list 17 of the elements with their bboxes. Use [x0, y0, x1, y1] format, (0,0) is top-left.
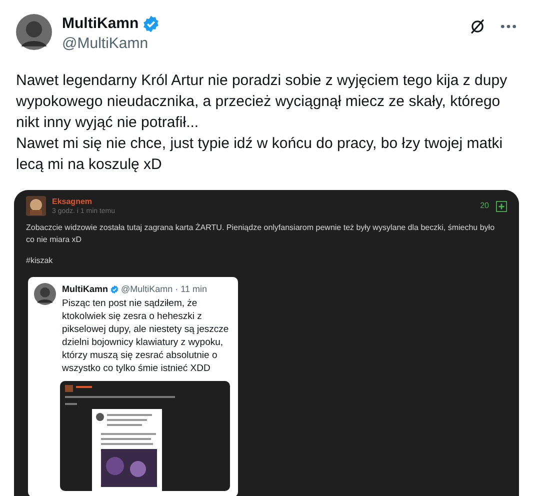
post-tag[interactable]: #kiszak	[26, 255, 507, 267]
user-avatar-icon	[26, 196, 46, 216]
tweet-text: Nawet legendarny Król Artur nie poradzi sobie z wyjęciem tego kija z dupy wypokowego nieudacznika, a przecież wyciągnął miecz ze skały, którego nikt inny wyjąć nie potrafił...	[16, 71, 508, 133]
post-text: Zobaczcie widzowie została tutaj zagrana karta ŻARTU. Pieniądze onlyfansiarom pewnie też były wysylane dla beczki, śmiechu było co nie miara xD	[26, 222, 496, 246]
avatar[interactable]	[34, 283, 56, 305]
tweet-text: Nawet mi się nie chce, just typie idź w końcu do pracy, bo łzy twojej matki lecą mi na koszulę xD	[16, 134, 504, 175]
quoted-tweet-meta: @MultiKamn · 11 min	[121, 283, 207, 296]
embedded-image[interactable]	[14, 190, 519, 496]
quoted-author-name: MultiKamn	[62, 283, 108, 296]
avatar[interactable]	[16, 14, 52, 50]
author-name[interactable]: MultiKamn	[62, 14, 139, 34]
post-username[interactable]: Eksagnem	[52, 196, 116, 206]
author-handle[interactable]: @MultiKamn	[62, 34, 160, 54]
plus-vote-icon[interactable]	[496, 200, 507, 212]
more-options-icon[interactable]	[500, 24, 517, 29]
quoted-tweet-text: Pisząc ten post nie sądziłem, że ktokolwiek się zesra o heheszki z pikselowej dupy, ale niestety są jeszcze dzielni bojownicy klawiatury z wypoku, którzy muszą się zesrać absolutnie o wszystko co tylko śmie istnieć XDD	[62, 296, 230, 374]
vote-count: 20	[480, 200, 489, 212]
